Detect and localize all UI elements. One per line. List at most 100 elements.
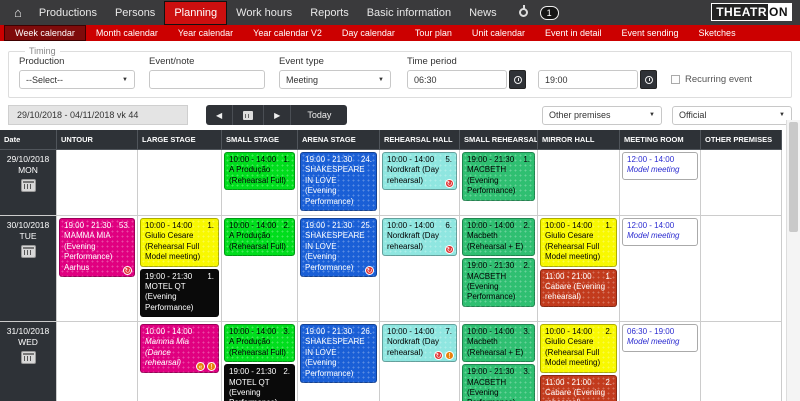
- calendar-cell[interactable]: 12:00 - 14:00Model meeting: [620, 150, 701, 216]
- event-card[interactable]: 11:00 - 21:001.Cabare (Evening rehearsal…: [540, 269, 617, 307]
- subnav-month-calendar[interactable]: Month calendar: [86, 25, 168, 41]
- event-card[interactable]: 10:00 - 14:00Mamma Mia (Dancerehearsal)«…: [140, 324, 219, 373]
- clock-icon[interactable]: [509, 70, 526, 89]
- calendar-cell[interactable]: [57, 322, 138, 401]
- vertical-scrollbar[interactable]: [786, 120, 800, 401]
- event-card[interactable]: 10:00 - 14:002.Giulio Cesare (Rehearsal …: [540, 324, 617, 373]
- event-card[interactable]: 19:00 - 21:301.MACBETH (EveningPerforman…: [462, 152, 535, 201]
- calendar-cell[interactable]: [701, 322, 782, 401]
- subnav-year-calendar[interactable]: Year calendar: [168, 25, 243, 41]
- event-card[interactable]: 19:00 - 21:3026.SHAKESPEARE IN LOVE(Even…: [300, 324, 377, 383]
- subnav-event-in-detail[interactable]: Event in detail: [535, 25, 612, 41]
- nav-work-hours[interactable]: Work hours: [227, 2, 301, 24]
- calendar-cell[interactable]: 19:00 - 21:3026.SHAKESPEARE IN LOVE(Even…: [298, 322, 380, 401]
- event-card[interactable]: 19:00 - 21:303.MACBETH (EveningPerforman…: [462, 364, 535, 401]
- calendar-cell[interactable]: 10:00 - 14:002.Giulio Cesare (Rehearsal …: [538, 322, 620, 401]
- column-header-untour: UNTOUR: [57, 130, 138, 150]
- calendar-cell[interactable]: 10:00 - 14:001.A Produção (Rehearsal Ful…: [222, 150, 298, 216]
- production-select[interactable]: --Select-- ▼: [19, 70, 135, 89]
- event-card[interactable]: 10:00 - 14:001.Giulio Cesare (Rehearsal …: [540, 218, 617, 267]
- event-card[interactable]: 06:30 - 19:00Model meeting: [622, 324, 698, 352]
- calendar-cell[interactable]: 10:00 - 14:002.A Produção (Rehearsal Ful…: [222, 216, 298, 322]
- subnav-sketches[interactable]: Sketches: [689, 25, 746, 41]
- calendar-cell[interactable]: [701, 216, 782, 322]
- time-to-input[interactable]: [538, 70, 638, 89]
- event-card[interactable]: 10:00 - 14:006.Nordkraft (Day rehearsal)…: [382, 218, 457, 256]
- calendar-cell[interactable]: 10:00 - 14:005.Nordkraft (Day rehearsal)…: [380, 150, 460, 216]
- event-note-input[interactable]: [149, 70, 265, 89]
- event-title-line: Performance): [467, 186, 530, 196]
- scrollbar-thumb[interactable]: [789, 122, 798, 232]
- day-calendar-icon[interactable]: [21, 179, 36, 192]
- calendar-cell[interactable]: [57, 150, 138, 216]
- event-card[interactable]: 10:00 - 14:002.Macbeth (Rehearsal + E): [462, 218, 535, 256]
- event-number-badge: 25.: [361, 221, 372, 231]
- subnav-year-calendar-v2[interactable]: Year calendar V2: [243, 25, 332, 41]
- day-calendar-icon[interactable]: [21, 245, 36, 258]
- prev-week-button[interactable]: ◀: [206, 105, 233, 125]
- time-period-label: Time period: [407, 56, 752, 67]
- event-number-badge: 53.: [119, 221, 130, 231]
- calendar-cell[interactable]: 19:00 - 21:3053.MAMMA MIA (EveningPerfor…: [57, 216, 138, 322]
- subnav-unit-calendar[interactable]: Unit calendar: [462, 25, 535, 41]
- calendar-cell[interactable]: 19:00 - 21:3024.SHAKESPEARE IN LOVE(Even…: [298, 150, 380, 216]
- event-type-select[interactable]: Meeting ▼: [279, 70, 391, 89]
- subnav-week-calendar[interactable]: Week calendar: [4, 25, 86, 41]
- event-card[interactable]: 19:00 - 21:301.MOTEL QT (EveningPerforma…: [140, 269, 219, 318]
- calendar-cell[interactable]: 10:00 - 14:002.Macbeth (Rehearsal + E)19…: [460, 216, 538, 322]
- calendar-cell[interactable]: [138, 150, 222, 216]
- nav-persons[interactable]: Persons: [106, 2, 164, 24]
- event-card[interactable]: 11:00 - 21:002.Cabare (Evening rehearsal…: [540, 375, 617, 401]
- clock-icon[interactable]: [640, 70, 657, 89]
- time-from-input[interactable]: [407, 70, 507, 89]
- event-title-line: Cabare (Evening rehearsal): [545, 282, 612, 303]
- next-week-button[interactable]: ▶: [264, 105, 291, 125]
- nav-news[interactable]: News: [460, 2, 506, 24]
- event-card[interactable]: 19:00 - 21:3053.MAMMA MIA (EveningPerfor…: [59, 218, 135, 277]
- subnav-event-sending[interactable]: Event sending: [612, 25, 689, 41]
- calendar-cell[interactable]: 10:00 - 14:001.Giulio Cesare (Rehearsal …: [138, 216, 222, 322]
- event-time: 19:00 - 21:30: [305, 327, 352, 337]
- nav-productions[interactable]: Productions: [30, 2, 106, 24]
- calendar-cell[interactable]: 10:00 - 14:003.A Produção (Rehearsal Ful…: [222, 322, 298, 401]
- subnav-day-calendar[interactable]: Day calendar: [332, 25, 405, 41]
- nav-planning[interactable]: Planning: [164, 1, 227, 25]
- event-card[interactable]: 19:00 - 21:3025.SHAKESPEARE IN LOVE(Even…: [300, 218, 377, 277]
- nav-basic-information[interactable]: Basic information: [358, 2, 460, 24]
- chat-badge[interactable]: 1: [540, 6, 559, 20]
- calendar-cell[interactable]: 19:00 - 21:301.MACBETH (EveningPerforman…: [460, 150, 538, 216]
- calendar-cell[interactable]: 10:00 - 14:00Mamma Mia (Dancerehearsal)«…: [138, 322, 222, 401]
- event-card[interactable]: 10:00 - 14:002.A Produção (Rehearsal Ful…: [224, 218, 295, 256]
- event-card[interactable]: 10:00 - 14:003.Macbeth (Rehearsal + E): [462, 324, 535, 362]
- event-card[interactable]: 10:00 - 14:005.Nordkraft (Day rehearsal)…: [382, 152, 457, 190]
- calendar-cell[interactable]: 10:00 - 14:006.Nordkraft (Day rehearsal)…: [380, 216, 460, 322]
- event-card[interactable]: 10:00 - 14:001.Giulio Cesare (Rehearsal …: [140, 218, 219, 267]
- calendar-picker-button[interactable]: [233, 105, 264, 125]
- calendar-cell[interactable]: 10:00 - 14:007.Nordkraft (Day rehearsal)…: [380, 322, 460, 401]
- recurring-event-checkbox[interactable]: [671, 75, 680, 84]
- event-card[interactable]: 10:00 - 14:007.Nordkraft (Day rehearsal)…: [382, 324, 457, 362]
- calendar-cell[interactable]: 10:00 - 14:003.Macbeth (Rehearsal + E)19…: [460, 322, 538, 401]
- event-title-line: MACBETH (Evening: [467, 165, 530, 186]
- subnav-tour-plan[interactable]: Tour plan: [405, 25, 462, 41]
- home-icon[interactable]: ⌂: [6, 5, 30, 20]
- calendar-cell[interactable]: 12:00 - 14:00Model meeting: [620, 216, 701, 322]
- event-card[interactable]: 19:00 - 21:302.MACBETH (EveningPerforman…: [462, 258, 535, 307]
- power-icon[interactable]: [516, 5, 532, 21]
- calendar-cell[interactable]: [538, 150, 620, 216]
- event-card[interactable]: 10:00 - 14:001.A Produção (Rehearsal Ful…: [224, 152, 295, 190]
- today-button[interactable]: Today: [291, 105, 347, 125]
- event-card[interactable]: 10:00 - 14:003.A Produção (Rehearsal Ful…: [224, 324, 295, 362]
- event-card[interactable]: 19:00 - 21:302.MOTEL QT (EveningPerforma…: [224, 364, 295, 401]
- premises-filter-select[interactable]: Other premises ▼: [542, 106, 662, 125]
- calendar-cell[interactable]: [701, 150, 782, 216]
- event-card[interactable]: 12:00 - 14:00Model meeting: [622, 152, 698, 180]
- nav-reports[interactable]: Reports: [301, 2, 358, 24]
- event-card[interactable]: 12:00 - 14:00Model meeting: [622, 218, 698, 246]
- day-calendar-icon[interactable]: [21, 351, 36, 364]
- calendar-cell[interactable]: 10:00 - 14:001.Giulio Cesare (Rehearsal …: [538, 216, 620, 322]
- calendar-cell[interactable]: 19:00 - 21:3025.SHAKESPEARE IN LOVE(Even…: [298, 216, 380, 322]
- calendar-cell[interactable]: 06:30 - 19:00Model meeting: [620, 322, 701, 401]
- official-filter-select[interactable]: Official ▼: [672, 106, 792, 125]
- event-card[interactable]: 19:00 - 21:3024.SHAKESPEARE IN LOVE(Even…: [300, 152, 377, 211]
